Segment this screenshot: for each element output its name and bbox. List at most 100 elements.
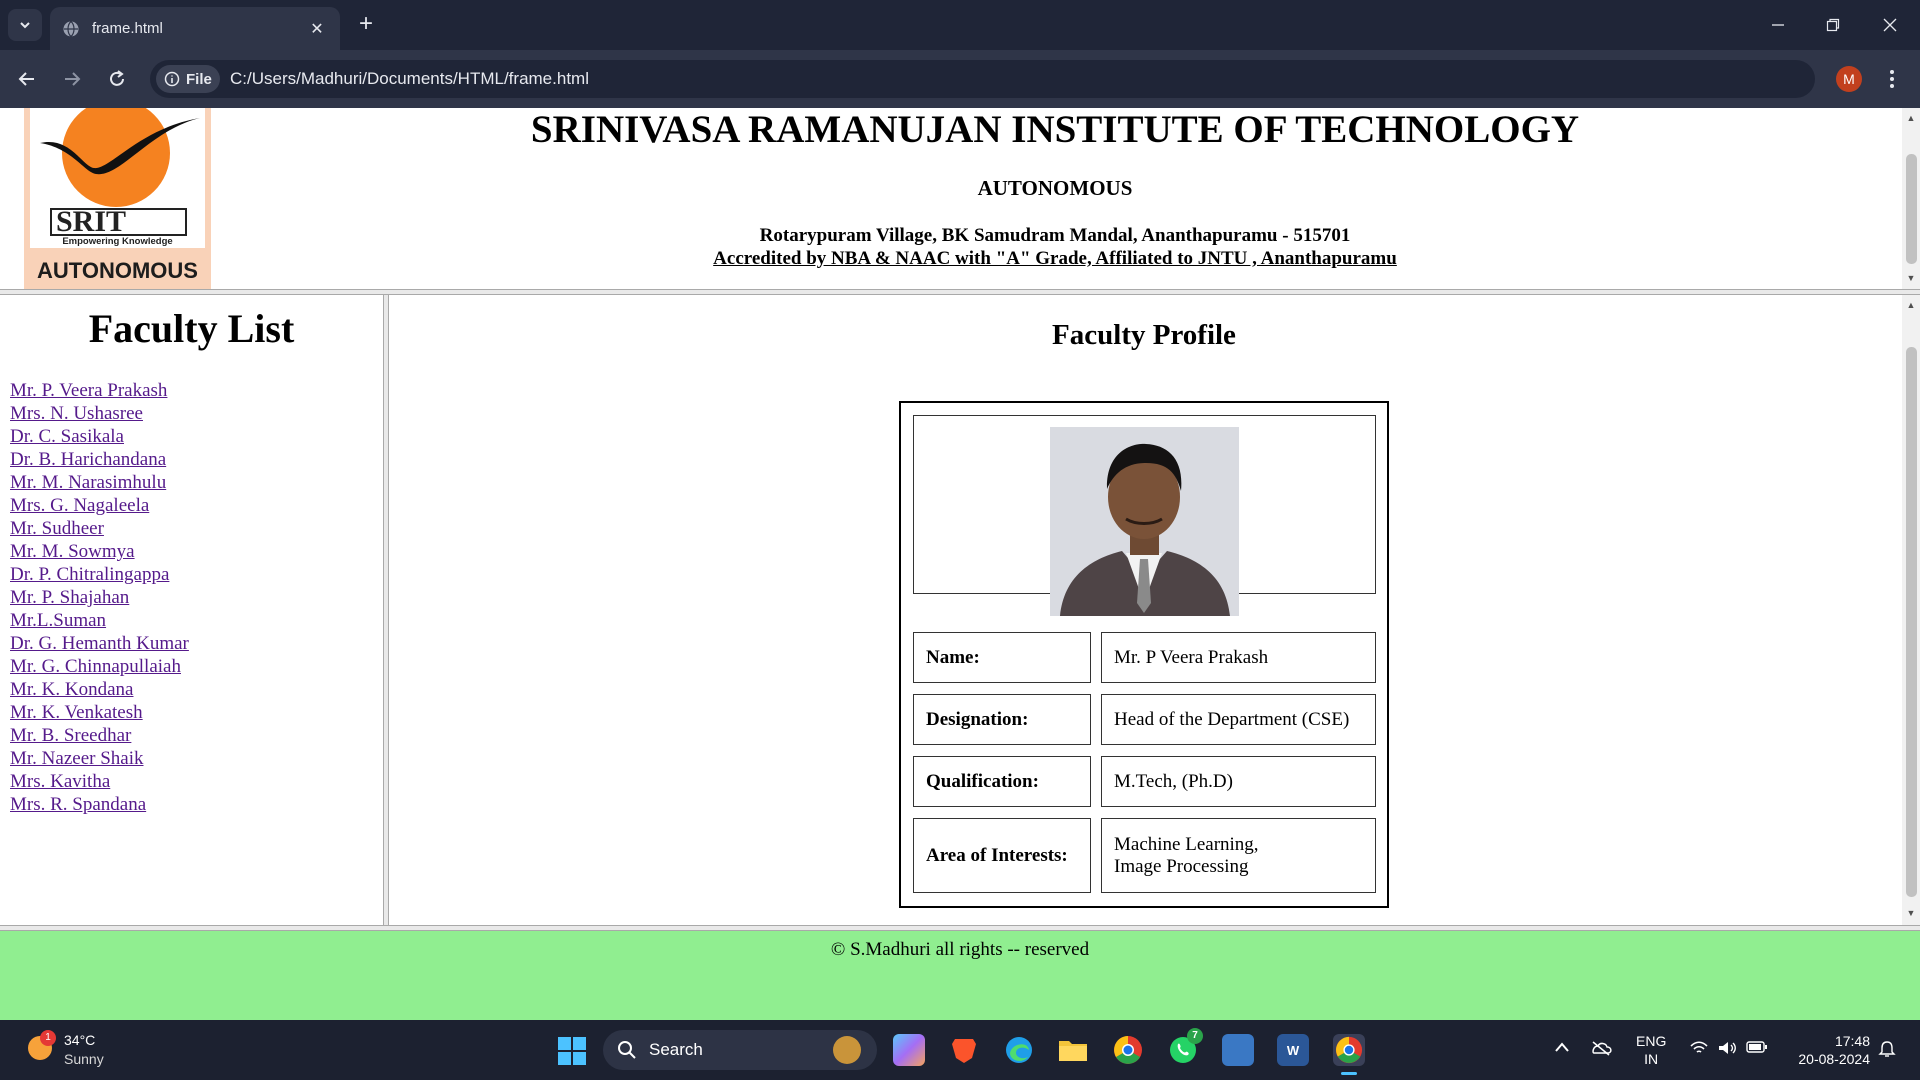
profile-scrollbar[interactable]: ▲ ▼ <box>1902 295 1920 925</box>
faculty-link[interactable]: Dr. P. Chitralingappa <box>10 564 169 585</box>
qualification-value-cell: M.Tech, (Ph.D) <box>1101 756 1376 807</box>
photo-cell <box>913 415 1376 616</box>
list-item: Mr. Nazeer Shaik <box>10 747 189 770</box>
search-highlight-icon <box>833 1036 861 1064</box>
copilot-icon[interactable] <box>893 1034 925 1066</box>
address-bar[interactable]: File C:/Users/Madhuri/Documents/HTML/fra… <box>150 60 1815 98</box>
faculty-link[interactable]: Mr. P. Veera Prakash <box>10 380 167 401</box>
back-button[interactable] <box>10 62 44 96</box>
taskbar-search-box[interactable]: Search <box>603 1030 877 1070</box>
faculty-link[interactable]: Mrs. G. Nagaleela <box>10 495 149 516</box>
list-item: Dr. P. Chitralingappa <box>10 563 189 586</box>
show-hidden-icons-chevron-up-icon[interactable] <box>1551 1040 1573 1060</box>
faculty-link[interactable]: Dr. G. Hemanth Kumar <box>10 633 189 654</box>
site-chip-label: File <box>186 70 212 88</box>
file-explorer-icon[interactable] <box>1057 1034 1089 1066</box>
chrome-logo-graphic <box>1335 1036 1363 1064</box>
new-tab-button[interactable]: + <box>352 11 380 39</box>
language-indicator[interactable]: ENG IN <box>1636 1032 1666 1068</box>
battery-icon[interactable] <box>1746 1040 1768 1060</box>
list-item: Mr. B. Sreedhar <box>10 724 189 747</box>
system-clock[interactable]: 17:48 20-08-2024 <box>1780 1032 1870 1068</box>
faculty-link[interactable]: Dr. B. Harichandana <box>10 449 166 470</box>
tab-search-button[interactable] <box>8 9 42 41</box>
site-info-chip[interactable]: File <box>156 65 220 93</box>
faculty-link[interactable]: Mr. Sudheer <box>10 518 104 539</box>
brave-browser-icon[interactable] <box>948 1034 980 1066</box>
profile-scrollbar-thumb[interactable] <box>1906 347 1917 897</box>
profile-avatar[interactable]: M <box>1836 66 1862 92</box>
browser-menu-button[interactable] <box>1880 65 1904 93</box>
profile-table: Name: Mr. P Veera Prakash Designation: H… <box>899 401 1389 908</box>
institute-accreditation: Accredited by NBA & NAAC with "A" Grade,… <box>713 248 1397 269</box>
faculty-photo <box>1050 427 1239 616</box>
faculty-link[interactable]: Mr. M. Sowmya <box>10 541 135 562</box>
list-item: Dr. C. Sasikala <box>10 425 189 448</box>
name-label-cell: Name: <box>913 632 1091 683</box>
volume-icon[interactable] <box>1716 1040 1738 1060</box>
restore-button[interactable] <box>1813 10 1853 40</box>
faculty-link[interactable]: Mrs. R. Spandana <box>10 794 146 815</box>
whatsapp-badge: 7 <box>1187 1028 1203 1044</box>
scroll-up-arrow-icon[interactable]: ▲ <box>1905 299 1917 311</box>
chevron-down-icon <box>20 22 30 29</box>
header-scrollbar[interactable]: ▲ ▼ <box>1902 108 1920 289</box>
edge-logo-graphic <box>1006 1037 1032 1063</box>
close-icon <box>1883 18 1897 32</box>
faculty-link[interactable]: Mr. K. Venkatesh <box>10 702 143 723</box>
scroll-down-arrow-icon[interactable]: ▼ <box>1905 907 1917 919</box>
clock-time: 17:48 <box>1834 1033 1870 1049</box>
weather-temperature: 34°C <box>64 1032 96 1048</box>
close-window-button[interactable] <box>1870 10 1910 40</box>
interest-line: Machine Learning, <box>1114 833 1259 855</box>
edge-browser-icon[interactable] <box>1003 1034 1035 1066</box>
interests-label-cell: Area of Interests: <box>913 818 1091 893</box>
chrome-icon[interactable] <box>1112 1034 1144 1066</box>
minimize-button[interactable] <box>1758 10 1798 40</box>
faculty-link[interactable]: Mr. B. Sreedhar <box>10 725 131 746</box>
onedrive-offline-icon[interactable] <box>1590 1040 1612 1060</box>
faculty-link[interactable]: Mr. P. Shajahan <box>10 587 129 608</box>
globe-icon <box>63 20 79 37</box>
url-text: C:/Users/Madhuri/Documents/HTML/frame.ht… <box>230 69 589 88</box>
faculty-link[interactable]: Mrs. N. Ushasree <box>10 403 143 424</box>
chrome-active-icon[interactable] <box>1333 1034 1365 1075</box>
srit-logo: SRIT Empowering Knowledge AUTONOMOUS <box>24 108 211 289</box>
word-icon[interactable]: W <box>1277 1034 1309 1066</box>
windows-start-icon[interactable] <box>557 1036 587 1066</box>
faculty-link[interactable]: Mrs. Kavitha <box>10 771 110 792</box>
faculty-link[interactable]: Mr. Nazeer Shaik <box>10 748 143 769</box>
faculty-list: Mr. P. Veera Prakash Mrs. N. Ushasree Dr… <box>10 379 189 816</box>
weather-widget[interactable]: 1 34°C Sunny <box>26 1030 156 1070</box>
faculty-link[interactable]: Mr.L.Suman <box>10 610 106 631</box>
tab-close-icon[interactable]: ✕ <box>306 18 328 40</box>
list-item: Mr. Sudheer <box>10 517 189 540</box>
scroll-down-arrow-icon[interactable]: ▼ <box>1905 272 1917 284</box>
faculty-link[interactable]: Mr. M. Narasimhulu <box>10 472 166 493</box>
arrow-right-icon <box>65 72 81 86</box>
notepad-icon[interactable] <box>1222 1034 1254 1066</box>
weather-condition: Sunny <box>64 1051 104 1067</box>
language-code: ENG <box>1636 1033 1667 1049</box>
tab-frame-html[interactable]: frame.html ✕ <box>50 7 340 50</box>
forward-button[interactable] <box>55 62 89 96</box>
header-scrollbar-thumb[interactable] <box>1906 154 1917 264</box>
whatsapp-icon[interactable]: 7 <box>1167 1028 1203 1066</box>
list-item: Mr. P. Shajahan <box>10 586 189 609</box>
taskbar-search-label: Search <box>649 1040 703 1059</box>
wifi-icon[interactable] <box>1688 1040 1710 1060</box>
list-item: Mr.L.Suman <box>10 609 189 632</box>
scroll-up-arrow-icon[interactable]: ▲ <box>1905 112 1917 124</box>
active-app-indicator <box>1341 1072 1357 1075</box>
clock-date: 20-08-2024 <box>1798 1051 1870 1067</box>
faculty-link[interactable]: Mr. K. Kondana <box>10 679 133 700</box>
list-item: Dr. G. Hemanth Kumar <box>10 632 189 655</box>
list-item: Mr. K. Venkatesh <box>10 701 189 724</box>
faculty-link[interactable]: Mr. G. Chinnapullaiah <box>10 656 181 677</box>
brave-lion-shield-graphic <box>952 1039 976 1063</box>
logo-sun-bird-graphic <box>40 108 200 207</box>
faculty-link[interactable]: Dr. C. Sasikala <box>10 426 124 447</box>
institute-address: Rotarypuram Village, BK Samudram Mandal,… <box>759 225 1351 246</box>
notification-bell-icon[interactable] <box>1876 1040 1898 1060</box>
reload-button[interactable] <box>100 62 134 96</box>
